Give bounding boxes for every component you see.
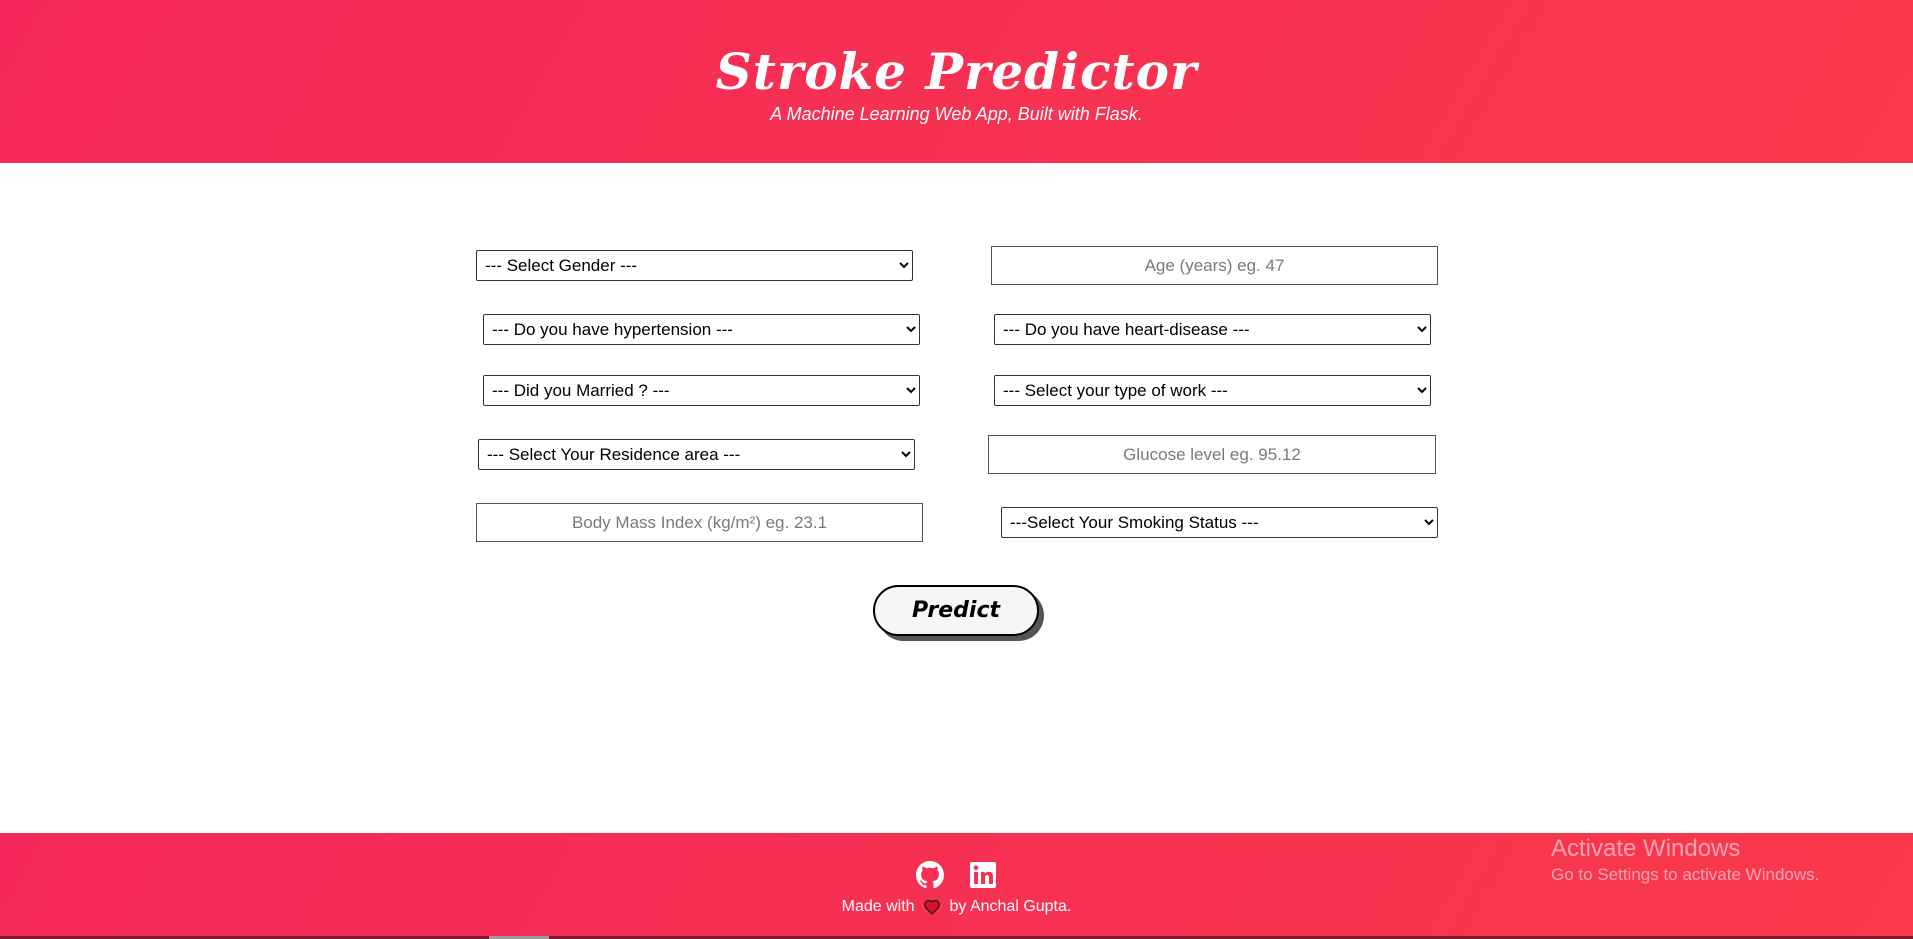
gender-select[interactable]: --- Select Gender --- [476, 250, 913, 281]
author-credit: by Anchal Gupta. [949, 898, 1072, 915]
age-input[interactable] [991, 246, 1438, 285]
made-with-text: Made with by Anchal Gupta. [0, 897, 1913, 917]
glucose-input[interactable] [988, 435, 1436, 474]
work-type-select[interactable]: --- Select your type of work --- [994, 375, 1431, 406]
watermark-subtitle: Go to Settings to activate Windows. [1551, 865, 1820, 884]
residence-select[interactable]: --- Select Your Residence area --- [478, 439, 915, 470]
watermark-title: Activate Windows [1551, 835, 1741, 862]
smoking-status-select[interactable]: ---Select Your Smoking Status --- [1001, 507, 1438, 538]
github-link[interactable] [916, 861, 945, 889]
heart-icon [924, 899, 940, 915]
bmi-input[interactable] [476, 503, 923, 542]
windows-activation-watermark: Activate Windows Go to Settings to activ… [1551, 834, 1819, 886]
hypertension-select[interactable]: --- Do you have hypertension --- [483, 314, 920, 345]
married-select[interactable]: --- Did you Married ? --- [483, 375, 920, 406]
page-subtitle: A Machine Learning Web App, Built with F… [770, 104, 1143, 124]
linkedin-icon [969, 862, 996, 888]
predict-button[interactable]: Predict [873, 585, 1039, 636]
made-with-label: Made with [841, 898, 915, 915]
header-banner: Stroke Predictor A Machine Learning Web … [0, 0, 1913, 163]
heart-disease-select[interactable]: --- Do you have heart-disease --- [994, 314, 1431, 345]
linkedin-link[interactable] [969, 861, 997, 889]
github-icon [916, 861, 945, 889]
page-title: Stroke Predictor [715, 42, 1198, 101]
